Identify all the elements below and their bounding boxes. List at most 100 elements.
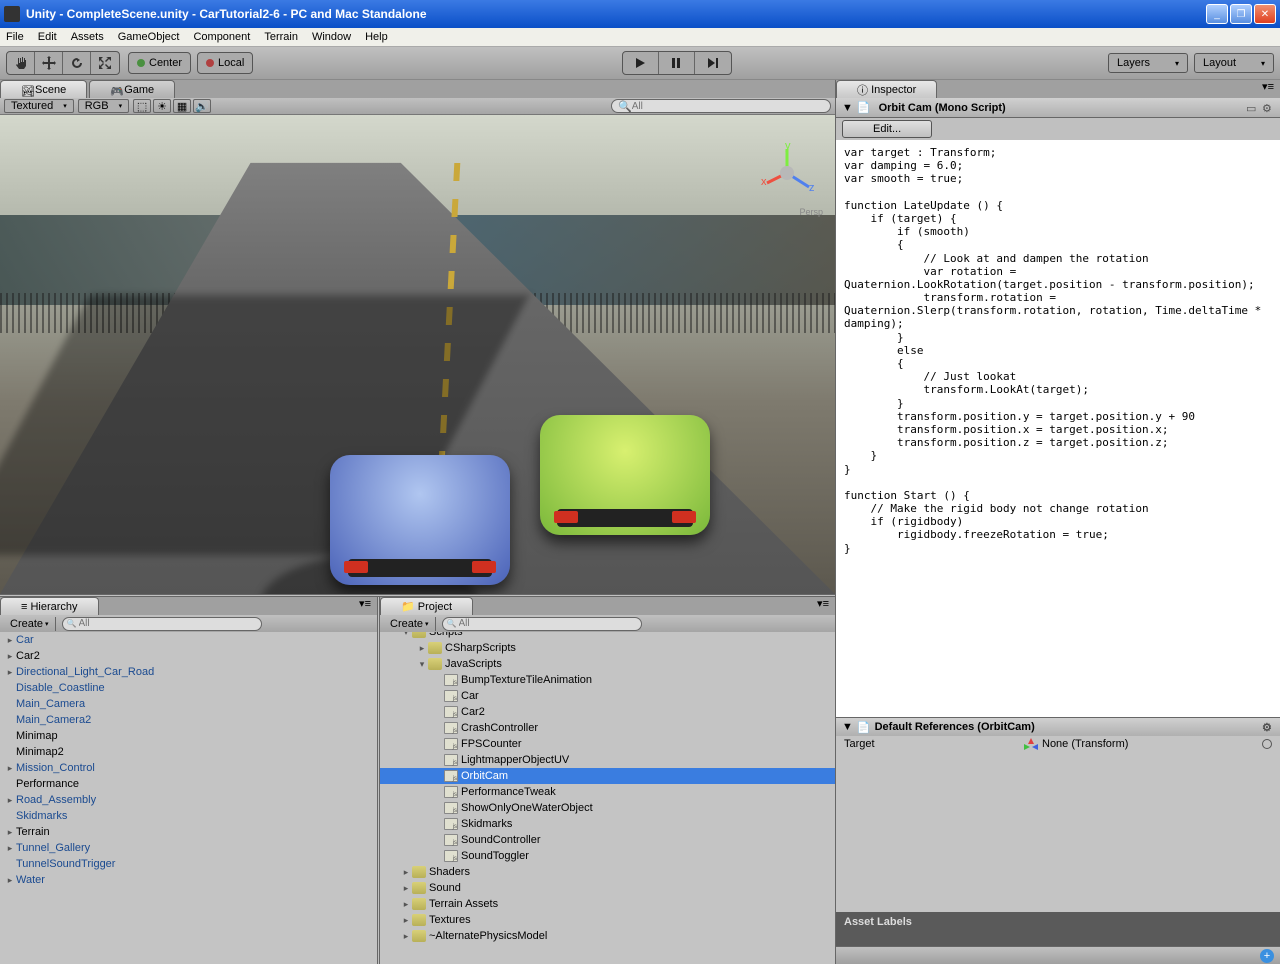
project-item[interactable]: OrbitCam xyxy=(380,768,835,784)
scale-tool[interactable] xyxy=(91,52,119,74)
project-search-input[interactable] xyxy=(459,618,637,629)
edit-script-button[interactable]: Edit... xyxy=(842,120,932,138)
tab-hierarchy[interactable]: ≡ Hierarchy xyxy=(0,597,99,615)
scene-viewport[interactable]: y x z Persp xyxy=(0,115,835,594)
project-item[interactable]: ▸Sound xyxy=(380,880,835,896)
project-item[interactable]: PerformanceTweak xyxy=(380,784,835,800)
inspector-tab-menu[interactable]: ▾≡ xyxy=(1256,80,1280,98)
project-tab-menu[interactable]: ▾≡ xyxy=(811,597,835,615)
project-tree[interactable]: ▾Scripts▸CSharpScripts▾JavaScriptsBumpTe… xyxy=(380,632,835,964)
pause-button[interactable] xyxy=(659,52,695,74)
hierarchy-item[interactable]: ▸Directional_Light_Car_Road xyxy=(0,664,377,680)
hierarchy-item[interactable]: ▸Tunnel_Gallery xyxy=(0,840,377,856)
hierarchy-item[interactable]: ▸Car xyxy=(0,632,377,648)
project-item[interactable]: ShowOnlyOneWaterObject xyxy=(380,800,835,816)
expand-icon[interactable]: ▸ xyxy=(416,643,428,654)
menu-help[interactable]: Help xyxy=(365,31,388,43)
hierarchy-search[interactable] xyxy=(62,617,262,631)
project-create-button[interactable]: Create xyxy=(384,617,436,631)
expand-icon[interactable]: ▸ xyxy=(4,667,16,678)
project-item[interactable]: FPSCounter xyxy=(380,736,835,752)
expand-icon[interactable]: ▸ xyxy=(4,827,16,838)
expand-icon[interactable]: ▼ xyxy=(842,102,853,114)
project-item[interactable]: ▾JavaScripts xyxy=(380,656,835,672)
hierarchy-item[interactable]: Main_Camera xyxy=(0,696,377,712)
hierarchy-item[interactable]: ▸Terrain xyxy=(0,824,377,840)
layers-dropdown[interactable]: Layers xyxy=(1108,53,1188,73)
expand-icon[interactable]: ▸ xyxy=(4,875,16,886)
expand-icon[interactable]: ▸ xyxy=(400,931,412,942)
scene-car-green[interactable] xyxy=(540,415,710,535)
expand-icon[interactable]: ▸ xyxy=(400,899,412,910)
draw-mode-dropdown[interactable]: Textured xyxy=(4,99,74,113)
menu-assets[interactable]: Assets xyxy=(71,31,104,43)
expand-icon[interactable]: ▾ xyxy=(400,632,412,638)
reference-value[interactable]: None (Transform) xyxy=(1024,738,1272,750)
hierarchy-item[interactable]: Minimap xyxy=(0,728,377,744)
settings-icon[interactable]: ⚙ xyxy=(1262,102,1274,114)
scene-lighting-toggle[interactable]: ☀ xyxy=(153,99,171,113)
help-icon[interactable]: ▭ xyxy=(1246,102,1258,114)
project-item[interactable]: Car xyxy=(380,688,835,704)
menu-edit[interactable]: Edit xyxy=(38,31,57,43)
tab-project[interactable]: 📁 Project xyxy=(380,597,473,615)
object-picker-icon[interactable] xyxy=(1262,739,1272,749)
project-item[interactable]: SoundToggler xyxy=(380,848,835,864)
tab-inspector[interactable]: ⓘ Inspector xyxy=(836,80,937,98)
hierarchy-item[interactable]: ▸Road_Assembly xyxy=(0,792,377,808)
hierarchy-item[interactable]: Disable_Coastline xyxy=(0,680,377,696)
project-item[interactable]: LightmapperObjectUV xyxy=(380,752,835,768)
close-button[interactable]: ✕ xyxy=(1254,4,1276,24)
expand-icon[interactable]: ▸ xyxy=(4,635,16,646)
project-item[interactable]: SoundController xyxy=(380,832,835,848)
render-mode-dropdown[interactable]: RGB xyxy=(78,99,129,113)
menu-file[interactable]: File xyxy=(6,31,24,43)
project-item[interactable]: Car2 xyxy=(380,704,835,720)
expand-icon[interactable]: ▸ xyxy=(4,843,16,854)
hierarchy-item[interactable]: Minimap2 xyxy=(0,744,377,760)
scene-gizmo[interactable]: y x z xyxy=(757,143,817,203)
hierarchy-tree[interactable]: ▸Car▸Car2▸Directional_Light_Car_RoadDisa… xyxy=(0,632,377,964)
default-references-header[interactable]: ▼ 📄 Default References (OrbitCam) ⚙ xyxy=(836,718,1280,736)
scene-search[interactable]: 🔍 xyxy=(611,99,831,113)
settings-icon[interactable]: ⚙ xyxy=(1262,721,1274,733)
expand-icon[interactable]: ▼ xyxy=(842,721,853,733)
tab-game[interactable]: 🎮Game xyxy=(89,80,175,98)
project-item[interactable]: CrashController xyxy=(380,720,835,736)
menu-terrain[interactable]: Terrain xyxy=(264,31,298,43)
hierarchy-item[interactable]: ▸Mission_Control xyxy=(0,760,377,776)
add-label-button[interactable]: + xyxy=(1260,949,1274,963)
scene-audio-toggle[interactable]: 🔊 xyxy=(193,99,211,113)
project-item[interactable]: ▸~AlternatePhysicsModel xyxy=(380,928,835,944)
tab-scene[interactable]: 🏞Scene xyxy=(0,80,87,98)
expand-icon[interactable]: ▸ xyxy=(400,883,412,894)
expand-icon[interactable]: ▸ xyxy=(400,915,412,926)
layout-dropdown[interactable]: Layout xyxy=(1194,53,1274,73)
menu-gameobject[interactable]: GameObject xyxy=(118,31,180,43)
hierarchy-search-input[interactable] xyxy=(79,618,257,629)
hierarchy-create-button[interactable]: Create xyxy=(4,617,56,631)
hierarchy-tab-menu[interactable]: ▾≡ xyxy=(353,597,377,615)
project-search[interactable] xyxy=(442,617,642,631)
expand-icon[interactable]: ▸ xyxy=(4,763,16,774)
project-item[interactable]: ▾Scripts xyxy=(380,632,835,640)
expand-icon[interactable]: ▸ xyxy=(4,795,16,806)
hierarchy-item[interactable]: TunnelSoundTrigger xyxy=(0,856,377,872)
pivot-center-button[interactable]: Center xyxy=(128,52,191,74)
project-item[interactable]: ▸Shaders xyxy=(380,864,835,880)
project-item[interactable]: Skidmarks xyxy=(380,816,835,832)
project-item[interactable]: ▸CSharpScripts xyxy=(380,640,835,656)
expand-icon[interactable]: ▸ xyxy=(400,867,412,878)
project-item[interactable]: ▸Textures xyxy=(380,912,835,928)
step-button[interactable] xyxy=(695,52,731,74)
expand-icon[interactable]: ▾ xyxy=(416,659,428,670)
hierarchy-item[interactable]: ▸Car2 xyxy=(0,648,377,664)
hand-tool[interactable] xyxy=(7,52,35,74)
move-tool[interactable] xyxy=(35,52,63,74)
play-button[interactable] xyxy=(623,52,659,74)
scene-fx-toggle[interactable]: ▦ xyxy=(173,99,191,113)
maximize-button[interactable]: ❐ xyxy=(1230,4,1252,24)
project-item[interactable]: ▸Terrain Assets xyxy=(380,896,835,912)
project-item[interactable]: BumpTextureTileAnimation xyxy=(380,672,835,688)
rotate-tool[interactable] xyxy=(63,52,91,74)
